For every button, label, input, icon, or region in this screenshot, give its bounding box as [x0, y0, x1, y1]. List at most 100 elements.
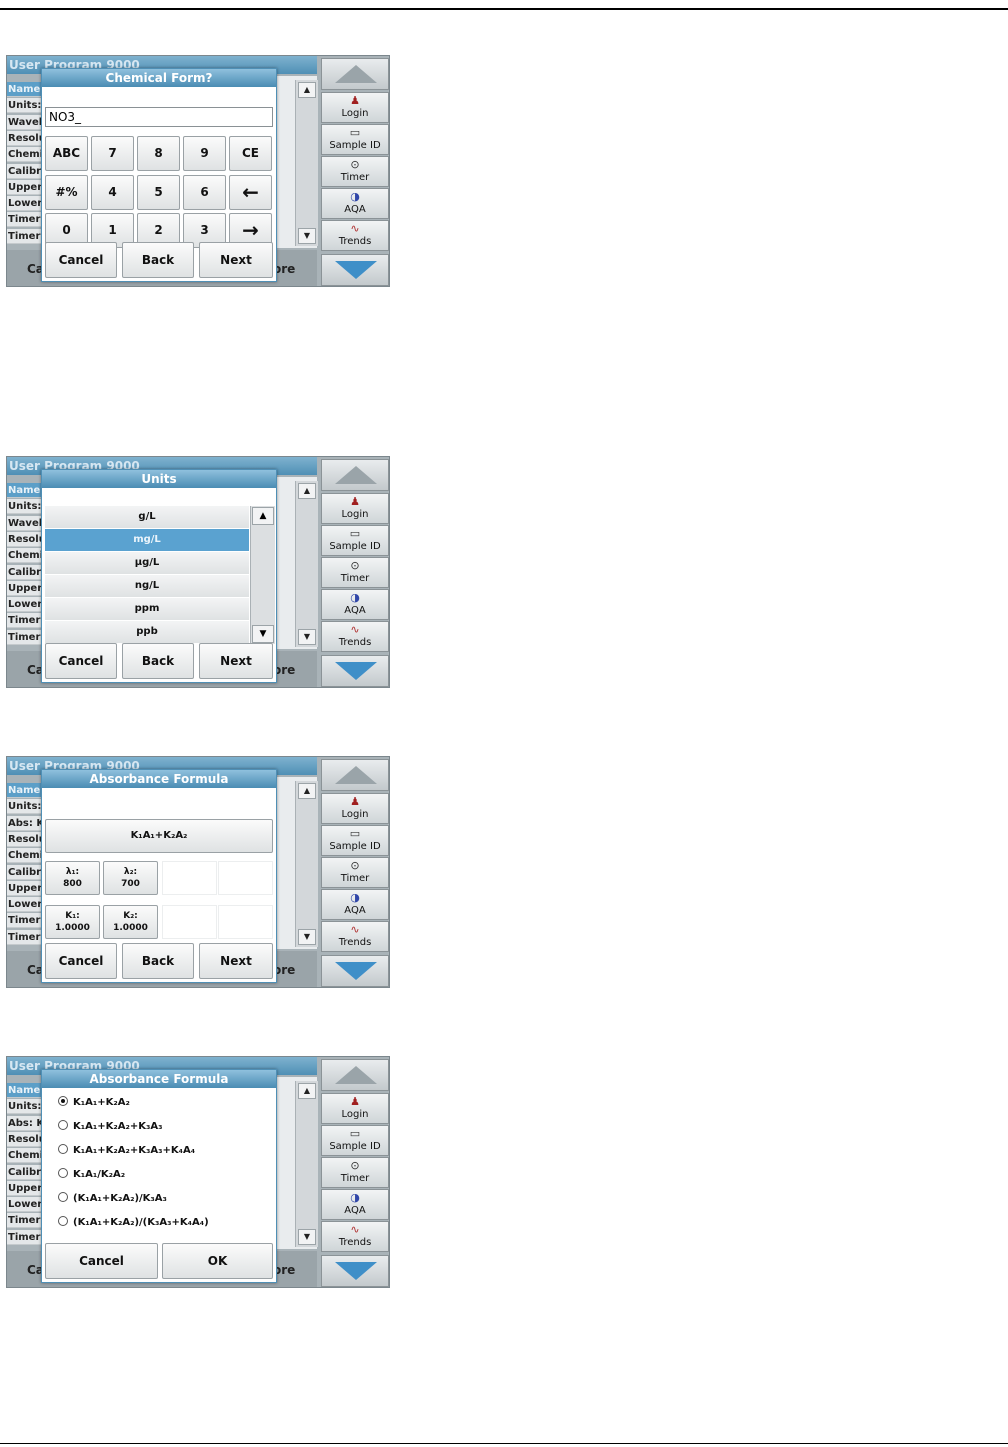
sidebar-trends-button[interactable]: ∿ Trends: [321, 921, 389, 952]
sidebar-scroll-down-button[interactable]: [321, 1255, 389, 1287]
sidebar-sample-id-button[interactable]: ▭ Sample ID: [321, 124, 389, 155]
units-scrollbar[interactable]: ▲ ▼: [250, 506, 275, 644]
formula-radio-option[interactable]: (K₁A₁+K₂A₂)/(K₃A₃+K₄A₄): [58, 1214, 209, 1232]
units-option[interactable]: ng/L: [45, 575, 249, 598]
background-row-label: Resolu: [7, 831, 41, 847]
back-button[interactable]: Back: [122, 943, 194, 979]
units-option[interactable]: ppb: [45, 621, 249, 644]
background-scrollbar[interactable]: ▲ ▼: [295, 781, 318, 947]
next-button[interactable]: Next: [199, 242, 273, 278]
formula-radio-option[interactable]: K₁A₁+K₂A₂: [58, 1094, 130, 1112]
sidebar-aqa-button[interactable]: ◑ AQA: [321, 188, 389, 219]
sidebar-button-label: Timer: [340, 573, 370, 584]
background-scrollbar[interactable]: ▲ ▼: [295, 1081, 318, 1247]
key-abc[interactable]: ABC: [45, 136, 88, 171]
sidebar-timer-button[interactable]: ⊙ Timer: [321, 156, 389, 187]
sidebar-timer-button[interactable]: ⊙ Timer: [321, 857, 389, 888]
radio-button-icon[interactable]: [58, 1144, 68, 1154]
units-option[interactable]: mg/L: [45, 529, 249, 552]
aqa-icon: ◑: [350, 891, 360, 904]
scroll-down-icon[interactable]: ▼: [298, 228, 316, 244]
scroll-up-icon[interactable]: ▲: [298, 1083, 316, 1099]
radio-button-icon[interactable]: [58, 1120, 68, 1130]
sidebar-login-button[interactable]: ♟ Login: [321, 493, 389, 524]
radio-button-icon[interactable]: [58, 1216, 68, 1226]
scroll-down-icon[interactable]: ▼: [252, 625, 274, 643]
formula-radio-option[interactable]: K₁A₁+K₂A₂+K₃A₃: [58, 1118, 163, 1136]
sidebar-trends-button[interactable]: ∿ Trends: [321, 621, 389, 652]
key-7[interactable]: 7: [91, 136, 134, 171]
sidebar-aqa-button[interactable]: ◑ AQA: [321, 589, 389, 620]
screen-units: User Program 9000 ▲▼ Name:Units: rWavele…: [6, 456, 390, 688]
formula-radio-option[interactable]: K₁A₁/K₂A₂: [58, 1166, 125, 1184]
units-option[interactable]: ppm: [45, 598, 249, 621]
ok-button[interactable]: OK: [162, 1243, 273, 1279]
formula-button[interactable]: K₁A₁+K₂A₂: [45, 819, 273, 853]
units-option[interactable]: g/L: [45, 506, 249, 529]
scroll-down-icon[interactable]: ▼: [298, 1229, 316, 1245]
sidebar: ♟ Login ▭ Sample ID ⊙ Timer ◑ AQA ∿ Trends: [319, 1057, 389, 1287]
cancel-button[interactable]: Cancel: [45, 943, 117, 979]
sidebar-button-label: Login: [341, 1109, 369, 1120]
radio-button-icon[interactable]: [58, 1192, 68, 1202]
background-scrollbar[interactable]: ▲ ▼: [295, 481, 318, 647]
radio-button-icon[interactable]: [58, 1096, 68, 1106]
sample-icon: ▭: [349, 827, 361, 840]
next-button[interactable]: Next: [199, 943, 273, 979]
back-button[interactable]: Back: [122, 643, 194, 679]
scroll-down-icon[interactable]: ▼: [298, 929, 316, 945]
next-button[interactable]: Next: [199, 643, 273, 679]
sidebar-sample-id-button[interactable]: ▭ Sample ID: [321, 525, 389, 556]
radio-button-icon[interactable]: [58, 1168, 68, 1178]
screen-absorbance-formula: User Program 9000 ▲▼ Name:Units: rAbs: K…: [6, 756, 390, 988]
scroll-up-icon[interactable]: ▲: [252, 507, 274, 525]
background-row-label: Name:: [7, 82, 41, 97]
sidebar-scroll-down-button[interactable]: [321, 955, 389, 987]
chemical-form-input[interactable]: NO3_: [45, 107, 273, 127]
scroll-up-icon[interactable]: ▲: [298, 82, 316, 98]
sidebar-scroll-up-button[interactable]: [321, 1059, 389, 1091]
screen-chemical-form: User Program 9000 ▲▼ Name:Units: rWavele…: [6, 55, 390, 287]
formula-radio-option[interactable]: K₁A₁+K₂A₂+K₃A₃+K₄A₄: [58, 1142, 195, 1160]
sidebar-aqa-button[interactable]: ◑ AQA: [321, 889, 389, 920]
k1-button[interactable]: K₁: 1.0000: [45, 905, 100, 939]
sidebar-aqa-button[interactable]: ◑ AQA: [321, 1189, 389, 1220]
back-button[interactable]: Back: [122, 242, 194, 278]
units-option[interactable]: µg/L: [45, 552, 249, 575]
scroll-down-icon[interactable]: ▼: [298, 629, 316, 645]
sidebar-sample-id-button[interactable]: ▭ Sample ID: [321, 1125, 389, 1156]
scroll-up-icon[interactable]: ▲: [298, 483, 316, 499]
sidebar-trends-button[interactable]: ∿ Trends: [321, 1221, 389, 1252]
scroll-up-icon[interactable]: ▲: [298, 783, 316, 799]
key-ce[interactable]: CE: [229, 136, 272, 171]
sidebar-scroll-up-button[interactable]: [321, 759, 389, 791]
key-4[interactable]: 4: [91, 174, 134, 210]
lambda1-button[interactable]: λ₁: 800: [45, 861, 100, 895]
sidebar-scroll-up-button[interactable]: [321, 58, 389, 90]
sidebar-login-button[interactable]: ♟ Login: [321, 793, 389, 824]
backspace-key[interactable]: ←: [229, 174, 272, 210]
sidebar-timer-button[interactable]: ⊙ Timer: [321, 1157, 389, 1188]
empty-cell: [218, 861, 273, 895]
formula-radio-option[interactable]: (K₁A₁+K₂A₂)/K₃A₃: [58, 1190, 167, 1208]
sidebar-timer-button[interactable]: ⊙ Timer: [321, 557, 389, 588]
key-8[interactable]: 8: [137, 136, 180, 171]
sidebar-login-button[interactable]: ♟ Login: [321, 92, 389, 123]
lambda2-button[interactable]: λ₂: 700: [103, 861, 158, 895]
background-scrollbar[interactable]: ▲ ▼: [295, 80, 318, 246]
background-row-label: Abs: K: [7, 815, 41, 831]
key-symbols[interactable]: #%: [45, 174, 88, 210]
sidebar-login-button[interactable]: ♟ Login: [321, 1093, 389, 1124]
sidebar-scroll-up-button[interactable]: [321, 459, 389, 491]
key-6[interactable]: 6: [183, 174, 226, 210]
cancel-button[interactable]: Cancel: [45, 242, 117, 278]
key-9[interactable]: 9: [183, 136, 226, 171]
cancel-button[interactable]: Cancel: [45, 643, 117, 679]
k2-button[interactable]: K₂: 1.0000: [103, 905, 158, 939]
key-5[interactable]: 5: [137, 174, 180, 210]
sidebar-scroll-down-button[interactable]: [321, 655, 389, 687]
sidebar-trends-button[interactable]: ∿ Trends: [321, 220, 389, 251]
cancel-button[interactable]: Cancel: [45, 1243, 158, 1279]
sidebar-scroll-down-button[interactable]: [321, 254, 389, 286]
sidebar-sample-id-button[interactable]: ▭ Sample ID: [321, 825, 389, 856]
